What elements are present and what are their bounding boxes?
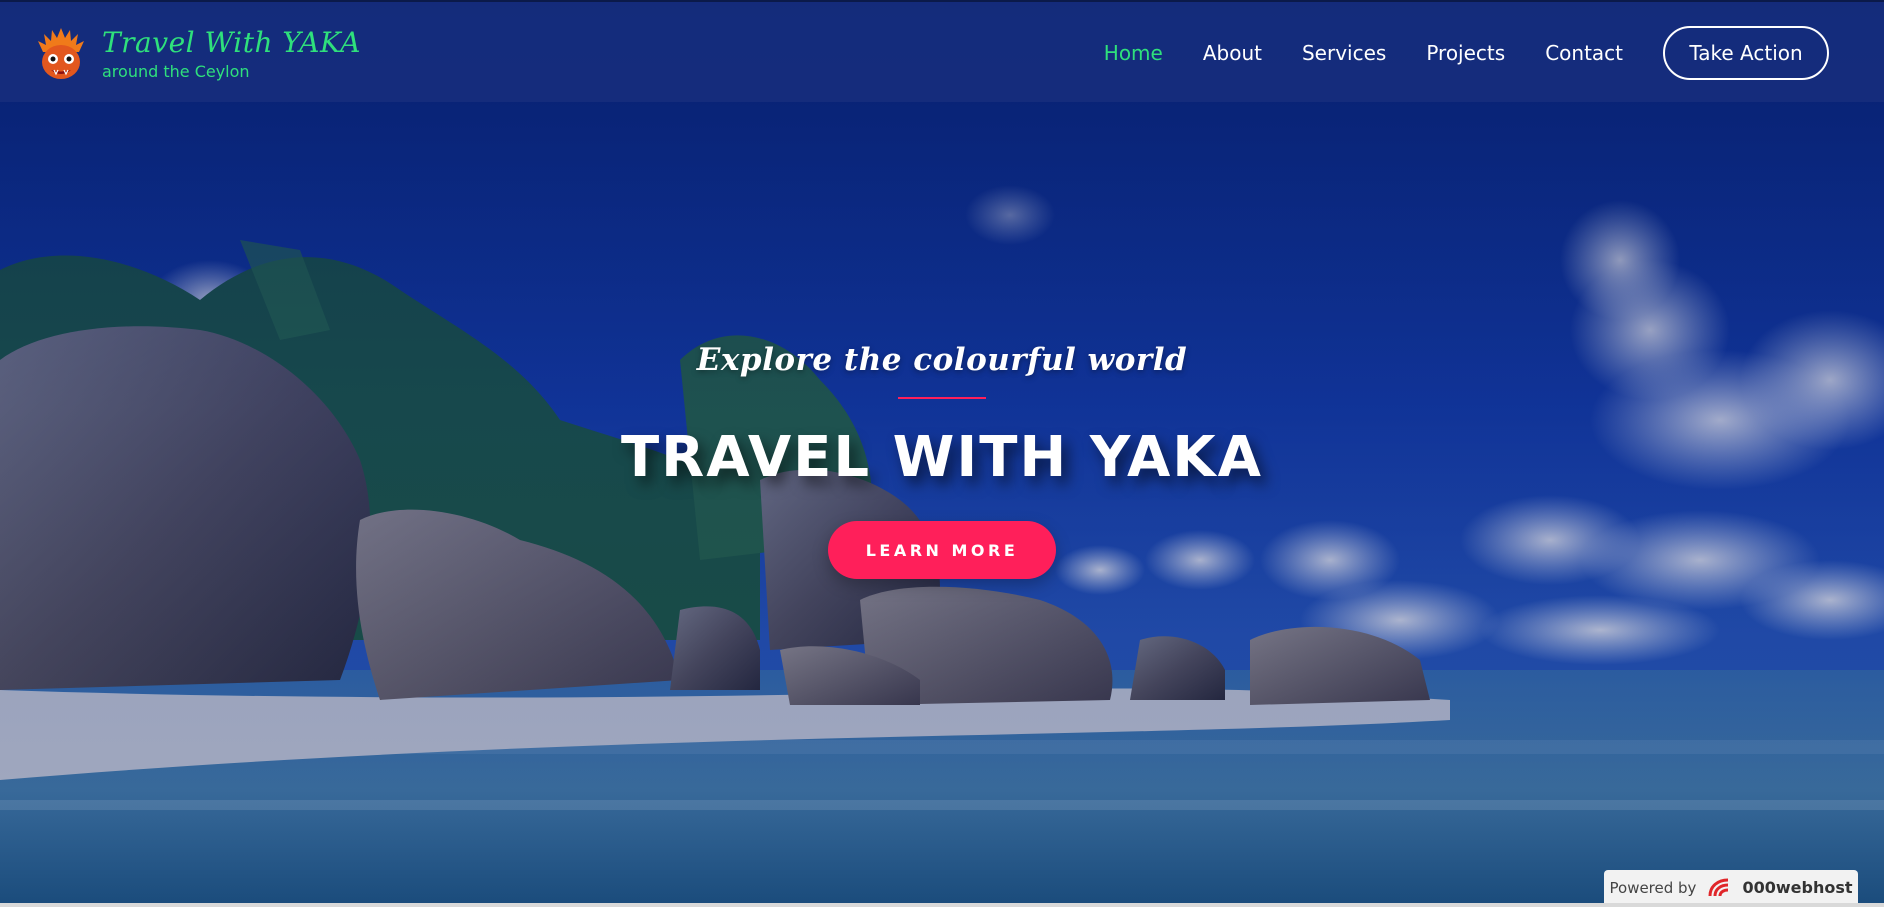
brand-title: Travel With YAKA (102, 26, 361, 59)
hero-content: Explore the colourful world TRAVEL WITH … (0, 340, 1884, 579)
nav-services[interactable]: Services (1302, 39, 1386, 67)
brand[interactable]: Travel With YAKA around the Ceylon (36, 24, 361, 84)
brand-subtitle: around the Ceylon (102, 62, 250, 81)
nav-home[interactable]: Home (1104, 39, 1163, 67)
top-navigation-bar: Travel With YAKA around the Ceylon Home … (0, 0, 1884, 102)
hero-headline: TRAVEL WITH YAKA (620, 425, 1264, 490)
tagline-divider (898, 397, 986, 399)
main-nav: Home About Services Projects Contact Tak… (1064, 2, 1884, 104)
hero-tagline: Explore the colourful world (696, 342, 1188, 378)
powered-by-badge[interactable]: Powered by 000webhost (1604, 870, 1858, 905)
take-action-button[interactable]: Take Action (1663, 26, 1829, 80)
nav-projects[interactable]: Projects (1426, 39, 1505, 67)
bottom-scrollbar[interactable] (0, 903, 1884, 907)
powered-by-label: Powered by (1609, 878, 1697, 897)
nav-contact[interactable]: Contact (1545, 39, 1623, 67)
000webhost-logo-icon (1708, 878, 1729, 896)
host-name: 000webhost (1742, 878, 1853, 897)
learn-more-button[interactable]: LEARN MORE (828, 521, 1056, 579)
yaka-mask-icon (38, 28, 84, 79)
nav-about[interactable]: About (1203, 39, 1262, 67)
